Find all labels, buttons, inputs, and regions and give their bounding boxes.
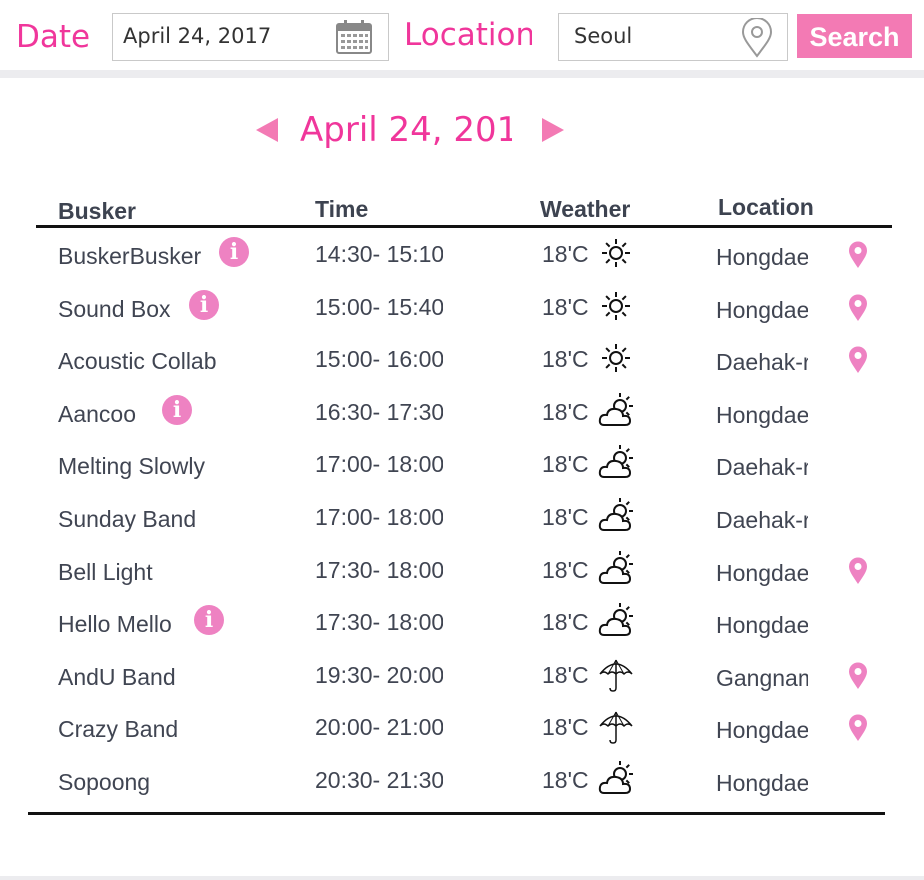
- partly-cloudy-icon: [598, 392, 633, 426]
- calendar-icon[interactable]: [335, 19, 373, 55]
- location-name: Hongdae: [716, 717, 808, 744]
- table-row[interactable]: Hello Mello i 17:30- 18:00 18'C Hongdae: [0, 603, 924, 657]
- time-range: 15:00- 15:40: [315, 293, 443, 320]
- table-row[interactable]: Aancoo i 16:30- 17:30 18'C Hongdae: [0, 392, 924, 447]
- busker-name[interactable]: Melting Slowly: [58, 453, 205, 480]
- temperature: 18'C: [542, 293, 589, 320]
- table-row[interactable]: AndU Band 19:30- 20:00 18'C Gangnam: [0, 658, 924, 710]
- table-row[interactable]: Melting Slowly 17:00- 18:00 18'C Daehak-ro: [0, 445, 924, 499]
- temperature: 18'C: [542, 661, 589, 688]
- search-bar: Date April 24, 2017 Location Seoul Searc…: [0, 0, 924, 70]
- map-pin-icon[interactable]: [848, 346, 868, 374]
- next-date-arrow-icon[interactable]: [542, 118, 564, 142]
- partly-cloudy-icon: [598, 550, 633, 584]
- time-range: 17:30- 18:00: [315, 609, 443, 636]
- sun-icon: [602, 239, 630, 267]
- sun-icon: [602, 344, 630, 373]
- location-label: Location: [404, 18, 532, 52]
- table-bottom-divider: [28, 812, 885, 815]
- column-header-busker: Busker: [58, 198, 136, 224]
- busker-name[interactable]: Sunday Band: [58, 506, 196, 533]
- partly-cloudy-icon: [598, 498, 633, 531]
- time-range: 16:30- 17:30: [315, 398, 443, 425]
- time-range: 14:30- 15:10: [315, 241, 443, 267]
- location-name: Hongdae: [716, 559, 808, 586]
- temperature: 18'C: [542, 556, 589, 583]
- busker-name[interactable]: Acoustic Collab: [58, 348, 217, 375]
- location-name: Hongdae: [716, 244, 808, 270]
- table-row[interactable]: Bell Light 17:30- 18:00 18'C Hongdae: [0, 550, 924, 605]
- map-pin-icon[interactable]: [848, 294, 868, 322]
- table-row[interactable]: Sound Box i 15:00- 15:40 18'C Hongdae: [0, 289, 924, 342]
- umbrella-icon: [599, 712, 633, 745]
- date-field[interactable]: April 24, 2017: [112, 13, 389, 61]
- time-range: 19:30- 20:00: [315, 661, 443, 688]
- column-header-time: Time: [315, 196, 369, 222]
- date-field-value: April 24, 2017: [123, 24, 272, 48]
- temperature: 18'C: [542, 398, 589, 425]
- partly-cloudy-icon: [598, 603, 633, 637]
- time-range: 17:00- 18:00: [315, 504, 443, 530]
- location-name: Daehak-ro: [716, 507, 808, 533]
- header-divider: [36, 225, 892, 228]
- time-range: 15:00- 16:00: [315, 346, 443, 373]
- map-pin-icon[interactable]: [848, 241, 868, 269]
- temperature: 18'C: [542, 241, 589, 267]
- busker-name[interactable]: BuskerBusker: [58, 243, 201, 270]
- table-row[interactable]: BuskerBusker i 14:30- 15:10 18'C Hongdae: [0, 237, 924, 289]
- busker-name[interactable]: AndU Band: [58, 664, 176, 691]
- current-date-title: April 24, 2017: [300, 110, 512, 150]
- partly-cloudy-icon: [598, 445, 633, 479]
- table-row[interactable]: Crazy Band 20:00- 21:00 18'C Hongdae: [0, 710, 924, 762]
- location-name: Hongdae: [716, 770, 808, 796]
- location-name: Hongdae: [716, 401, 808, 428]
- busker-name[interactable]: Sopoong: [58, 769, 150, 796]
- temperature: 18'C: [542, 714, 589, 741]
- partly-cloudy-icon: [598, 761, 633, 794]
- temperature: 18'C: [542, 504, 589, 530]
- umbrella-icon: [599, 659, 633, 692]
- date-label: Date: [16, 19, 91, 55]
- info-icon[interactable]: i: [219, 237, 249, 267]
- location-name: Daehak-ro: [716, 349, 808, 376]
- time-range: 20:00- 21:00: [315, 714, 443, 741]
- sun-icon: [602, 291, 630, 320]
- table-row[interactable]: Acoustic Collab 15:00- 16:00 18'C Daehak-ro: [0, 342, 924, 394]
- info-icon[interactable]: i: [189, 289, 219, 320]
- temperature: 18'C: [542, 346, 589, 373]
- location-name: Hongdae: [716, 612, 808, 639]
- time-range: 17:00- 18:00: [315, 451, 443, 478]
- table-row[interactable]: Sopoong 20:30- 21:30 18'C Hongdae: [0, 761, 924, 815]
- temperature: 18'C: [542, 609, 589, 636]
- busker-name[interactable]: Bell Light: [58, 559, 153, 586]
- busker-name[interactable]: Aancoo: [58, 401, 136, 428]
- busker-name[interactable]: Crazy Band: [58, 716, 178, 743]
- time-range: 17:30- 18:00: [315, 556, 443, 583]
- time-range: 20:30- 21:30: [315, 767, 443, 793]
- column-header-location: Location: [718, 194, 814, 220]
- table-row[interactable]: Sunday Band 17:00- 18:00 18'C Daehak-ro: [0, 498, 924, 552]
- info-icon[interactable]: i: [194, 605, 224, 636]
- location-name: Hongdae: [716, 296, 808, 323]
- column-header-weather: Weather: [540, 196, 631, 222]
- date-navigator: April 24, 2017: [0, 108, 924, 152]
- busker-name[interactable]: Hello Mello: [58, 611, 172, 638]
- temperature: 18'C: [542, 767, 589, 793]
- location-name: Daehak-ro: [716, 454, 808, 481]
- location-name: Gangnam: [716, 664, 808, 691]
- location-field-value: Seoul: [574, 24, 632, 48]
- temperature: 18'C: [542, 451, 589, 478]
- busker-name[interactable]: Sound Box: [58, 296, 171, 323]
- location-field[interactable]: Seoul: [558, 13, 788, 61]
- search-button[interactable]: Search: [797, 14, 912, 58]
- location-pin-outline-icon[interactable]: [740, 18, 774, 58]
- info-icon[interactable]: i: [162, 394, 192, 425]
- map-pin-icon[interactable]: [848, 662, 868, 690]
- map-pin-icon[interactable]: [848, 714, 868, 742]
- map-pin-icon[interactable]: [848, 557, 868, 585]
- prev-date-arrow-icon[interactable]: [256, 118, 278, 142]
